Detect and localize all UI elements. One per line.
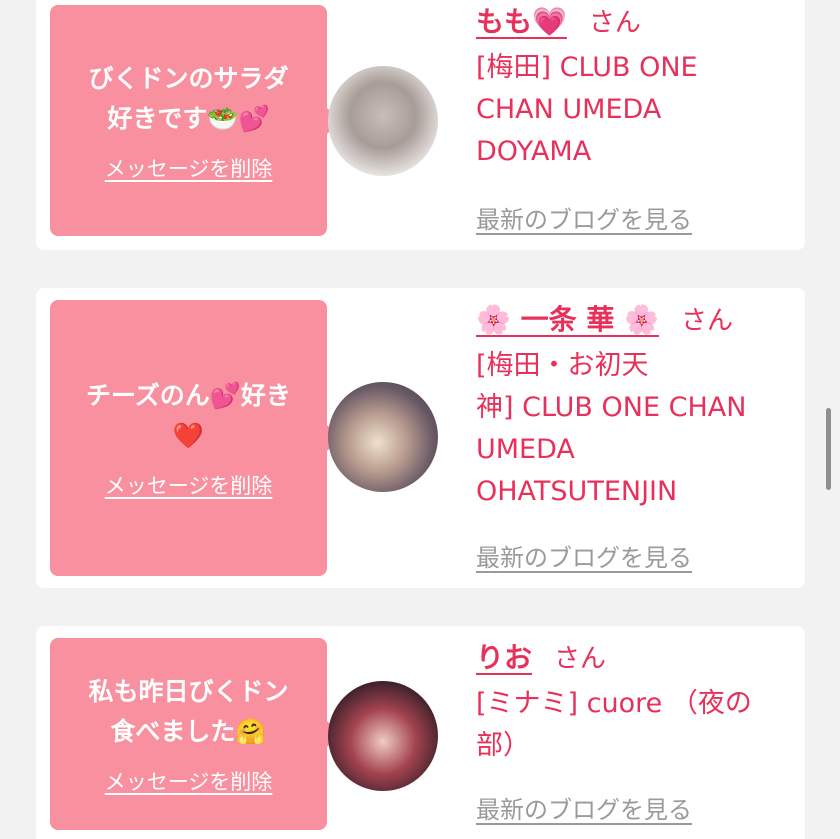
message-text: チーズのん💕好き ❤️ (86, 381, 291, 450)
shop-name: [ミナミ] cuore （夜の 部） (476, 688, 752, 761)
cast-name-link[interactable]: 🌸 一条 華 🌸 (476, 300, 659, 340)
shop-name: [梅田] CLUB ONE CHAN UMEDA DOYAMA (476, 52, 698, 167)
cast-info: 🌸 一条 華 🌸 さん [梅田・お初天 神] CLUB ONE CHAN UME… (476, 300, 796, 513)
latest-blog-link[interactable]: 最新のブログを見る (476, 200, 692, 235)
latest-blog-link[interactable]: 最新のブログを見る (476, 538, 692, 573)
message-card: 私も昨日びくドン 食べました🤗 メッセージを削除 りお さん [ミナミ] cuo… (36, 626, 805, 839)
cast-name-link[interactable]: りお (476, 638, 532, 678)
cast-info: もも💗 さん [梅田] CLUB ONE CHAN UMEDA DOYAMA (476, 2, 796, 173)
cast-name-link[interactable]: もも💗 (476, 2, 567, 42)
avatar[interactable] (328, 66, 438, 176)
message-bubble: チーズのん💕好き ❤️ メッセージを削除 (50, 300, 341, 576)
avatar[interactable] (328, 681, 438, 791)
delete-message-link[interactable]: メッセージを削除 (105, 766, 273, 796)
message-bubble: 私も昨日びくドン 食べました🤗 メッセージを削除 (50, 638, 341, 830)
message-card: チーズのん💕好き ❤️ メッセージを削除 🌸 一条 華 🌸 さん [梅田・お初天… (36, 288, 805, 588)
avatar[interactable] (328, 382, 438, 492)
message-bubble: びくドンのサラダ 好きです🥗💕 メッセージを削除 (50, 5, 341, 236)
name-row: 🌸 一条 華 🌸 さん (476, 300, 796, 341)
shop-name: [梅田・お初天 神] CLUB ONE CHAN UMEDA OHATSUTEN… (476, 350, 747, 507)
message-text: びくドンのサラダ 好きです🥗💕 (88, 63, 289, 133)
name-suffix: さん (680, 306, 733, 336)
message-list-page: びくドンのサラダ 好きです🥗💕 メッセージを削除 もも💗 さん [梅田] CLU… (0, 0, 840, 839)
scrollbar[interactable] (826, 408, 831, 490)
name-row: もも💗 さん (476, 2, 796, 43)
name-suffix: さん (554, 644, 607, 674)
name-row: りお さん (476, 638, 796, 679)
delete-message-link[interactable]: メッセージを削除 (105, 470, 273, 500)
cast-info: りお さん [ミナミ] cuore （夜の 部） (476, 638, 796, 767)
message-card: びくドンのサラダ 好きです🥗💕 メッセージを削除 もも💗 さん [梅田] CLU… (36, 0, 805, 250)
message-text: 私も昨日びくドン 食べました🤗 (88, 677, 289, 746)
latest-blog-link[interactable]: 最新のブログを見る (476, 790, 692, 825)
name-suffix: さん (588, 8, 641, 38)
delete-message-link[interactable]: メッセージを削除 (105, 153, 273, 183)
